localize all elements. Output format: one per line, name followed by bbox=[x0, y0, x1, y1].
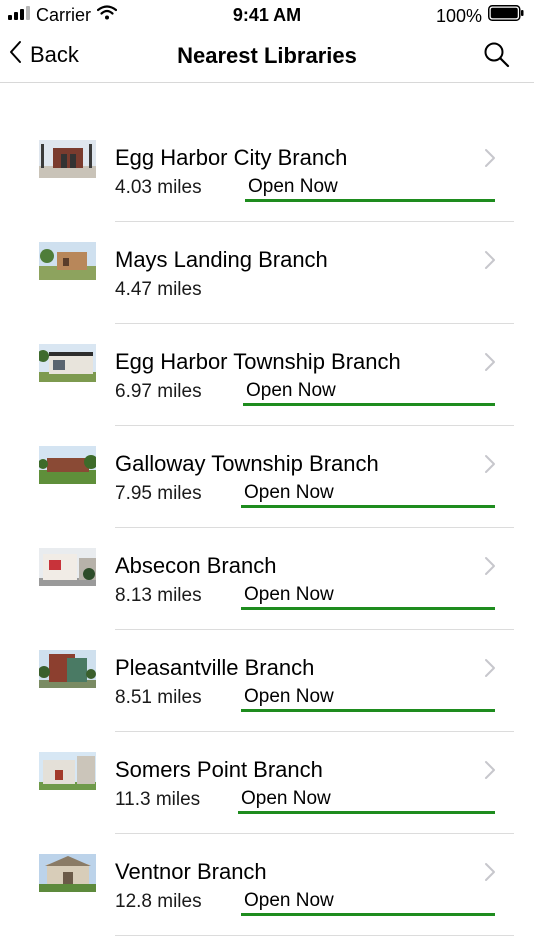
library-thumbnail bbox=[39, 650, 96, 688]
library-name: Absecon Branch bbox=[115, 553, 277, 578]
search-button[interactable] bbox=[482, 40, 512, 70]
library-distance: 8.13 miles bbox=[115, 585, 202, 606]
library-row[interactable]: Pleasantville Branch 8.51 miles Open Now bbox=[0, 630, 534, 732]
library-row[interactable]: Galloway Township Branch 7.95 miles Open… bbox=[0, 426, 534, 528]
chevron-right-icon bbox=[484, 352, 496, 372]
library-row[interactable]: Ventnor Branch 12.8 miles Open Now bbox=[0, 834, 534, 936]
library-thumbnail bbox=[39, 752, 96, 790]
library-thumbnail bbox=[39, 854, 96, 892]
navigation-bar: Back Nearest Libraries bbox=[0, 30, 534, 83]
library-name: Egg Harbor City Branch bbox=[115, 145, 348, 170]
open-status: Open Now bbox=[238, 787, 495, 814]
library-name: Egg Harbor Township Branch bbox=[115, 349, 401, 374]
library-thumbnail bbox=[39, 140, 96, 178]
library-distance: 11.3 miles bbox=[115, 789, 201, 810]
library-thumbnail bbox=[39, 344, 96, 382]
chevron-right-icon bbox=[484, 148, 496, 168]
status-right: 100% bbox=[436, 5, 524, 26]
library-distance: 4.47 miles bbox=[115, 279, 202, 300]
library-distance: 6.97 miles bbox=[115, 381, 202, 402]
open-status: Open Now bbox=[241, 583, 495, 610]
library-list: Egg Harbor City Branch 4.03 miles Open N… bbox=[0, 120, 534, 936]
library-thumbnail bbox=[39, 548, 96, 586]
open-status: Open Now bbox=[241, 481, 495, 508]
library-name: Somers Point Branch bbox=[115, 757, 323, 782]
library-row[interactable]: Mays Landing Branch 4.47 miles bbox=[0, 222, 534, 324]
status-bar: Carrier 9:41 AM 100% bbox=[0, 0, 534, 30]
library-row[interactable]: Egg Harbor City Branch 4.03 miles Open N… bbox=[0, 120, 534, 222]
battery-icon bbox=[488, 5, 524, 26]
chevron-right-icon bbox=[484, 658, 496, 678]
page-title: Nearest Libraries bbox=[177, 43, 357, 68]
library-name: Ventnor Branch bbox=[115, 859, 267, 884]
library-name: Pleasantville Branch bbox=[115, 655, 315, 680]
chevron-right-icon bbox=[484, 454, 496, 474]
library-distance: 7.95 miles bbox=[115, 483, 202, 504]
library-name: Mays Landing Branch bbox=[115, 247, 328, 272]
battery-percentage: 100% bbox=[435, 5, 482, 26]
library-row[interactable]: Egg Harbor Township Branch 6.97 miles Op… bbox=[0, 324, 534, 426]
open-status: Open Now bbox=[243, 379, 495, 406]
library-thumbnail bbox=[39, 242, 96, 280]
library-distance: 8.51 miles bbox=[115, 687, 202, 708]
library-row[interactable]: Absecon Branch 8.13 miles Open Now bbox=[0, 528, 534, 630]
search-icon bbox=[482, 42, 512, 74]
chevron-right-icon bbox=[484, 556, 496, 576]
chevron-right-icon bbox=[484, 250, 496, 270]
library-distance: 4.03 miles bbox=[115, 177, 202, 198]
library-distance: 12.8 miles bbox=[115, 891, 202, 912]
open-status: Open Now bbox=[241, 889, 495, 916]
chevron-right-icon bbox=[484, 862, 496, 882]
library-thumbnail bbox=[39, 446, 96, 484]
open-status: Open Now bbox=[241, 685, 495, 712]
row-divider bbox=[115, 935, 514, 936]
chevron-right-icon bbox=[484, 760, 496, 780]
open-status: Open Now bbox=[245, 175, 495, 202]
library-row[interactable]: Somers Point Branch 11.3 miles Open Now bbox=[0, 732, 534, 834]
library-name: Galloway Township Branch bbox=[115, 451, 379, 476]
